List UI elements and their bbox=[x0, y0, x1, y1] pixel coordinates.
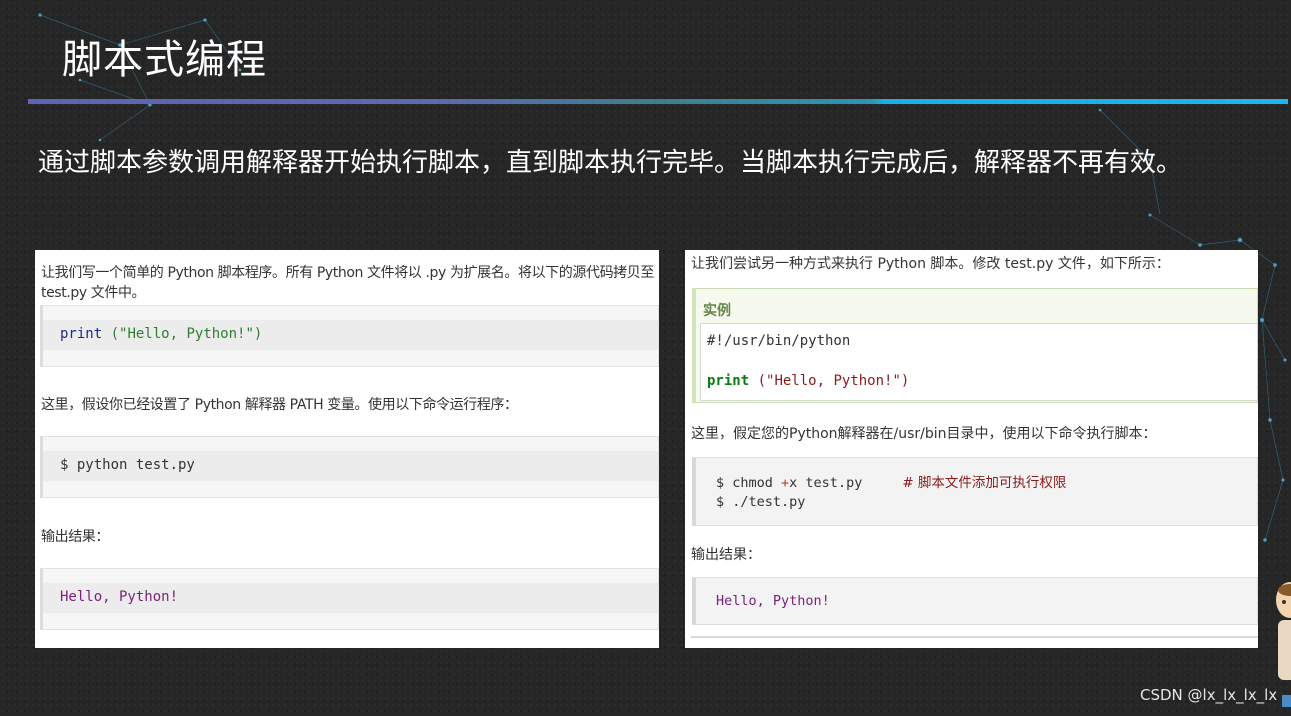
left-command-line: $ python test.py bbox=[60, 457, 195, 473]
left-tutorial-screenshot: 让我们写一个简单的 Python 脚本程序。所有 Python 文件将以 .py… bbox=[35, 250, 659, 648]
chmod-prefix: $ chmod bbox=[716, 475, 782, 491]
left-output-line: Hello, Python! bbox=[60, 589, 179, 605]
example-print-line: print ("Hello, Python!") bbox=[707, 373, 909, 389]
left-output-label: 输出结果： bbox=[41, 529, 109, 545]
left-code-line: print ("Hello, Python!") bbox=[60, 326, 262, 342]
chmod-operator: + bbox=[781, 475, 790, 491]
csdn-watermark: CSDN @lx_lx_lx_lx bbox=[1140, 686, 1278, 704]
slide-title: 脚本式编程 bbox=[62, 37, 267, 83]
right-output-label: 输出结果： bbox=[691, 547, 761, 563]
right-interpreter-text: 这里，假定您的Python解释器在/usr/bin目录中，使用以下命令执行脚本： bbox=[691, 426, 1157, 442]
slide-subtitle: 通过脚本参数调用解释器开始执行脚本，直到脚本执行完毕。当脚本执行完成后，解释器不… bbox=[38, 148, 1183, 178]
chmod-suffix: x test.py bbox=[789, 475, 863, 491]
example-label: 实例 bbox=[703, 303, 731, 319]
example-box: 实例 #!/usr/bin/python print ("Hello, Pyth… bbox=[692, 288, 1258, 403]
left-command-block: $ python test.py bbox=[40, 436, 659, 498]
run-command-line: $ ./test.py bbox=[716, 494, 806, 510]
chmod-comment: # 脚本文件添加可执行权限 bbox=[902, 475, 1067, 491]
print-keyword: print bbox=[60, 326, 103, 342]
panel-bottom-rule bbox=[691, 636, 1258, 638]
right-intro-text: 让我们尝试另一种方式来执行 Python 脚本。修改 test.py 文件，如下… bbox=[691, 256, 1170, 272]
chmod-command-line: $ chmod +x test.py # 脚本文件添加可执行权限 bbox=[716, 471, 1066, 491]
left-path-text: 这里，假设你已经设置了 Python 解释器 PATH 变量。使用以下命令运行程… bbox=[41, 397, 518, 413]
right-output-block: Hello, Python! bbox=[692, 577, 1258, 625]
right-tutorial-screenshot: 让我们尝试另一种方式来执行 Python 脚本。修改 test.py 文件，如下… bbox=[685, 250, 1258, 648]
title-underline-bar bbox=[28, 99, 1288, 104]
print-args: ("Hello, Python!") bbox=[749, 373, 910, 389]
right-command-block: $ chmod +x test.py # 脚本文件添加可执行权限 $ ./test… bbox=[692, 457, 1258, 526]
right-output-line: Hello, Python! bbox=[716, 593, 830, 609]
print-args: ("Hello, Python!") bbox=[102, 326, 263, 342]
print-keyword: print bbox=[707, 373, 750, 389]
left-code-block: print ("Hello, Python!") bbox=[40, 305, 659, 367]
shebang-line: #!/usr/bin/python bbox=[707, 333, 851, 349]
example-code-area: #!/usr/bin/python print ("Hello, Python!… bbox=[700, 323, 1257, 401]
left-output-block: Hello, Python! bbox=[40, 568, 659, 630]
left-intro-text: 让我们写一个简单的 Python 脚本程序。所有 Python 文件将以 .py… bbox=[41, 265, 654, 301]
